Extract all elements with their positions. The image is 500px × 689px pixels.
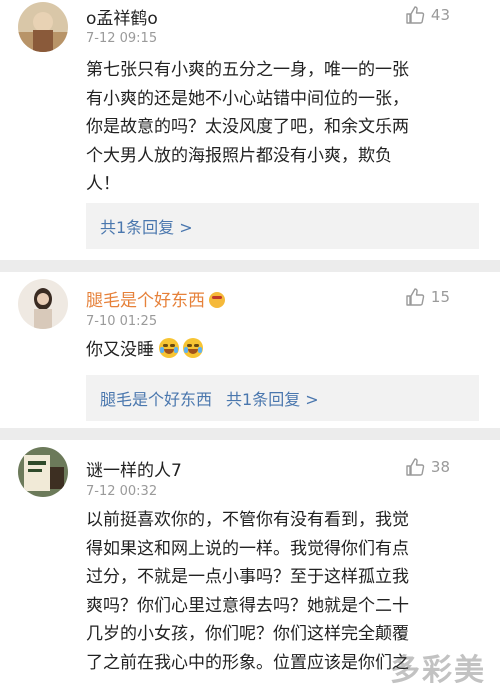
like-count: 15 bbox=[430, 288, 450, 306]
comment-line: 第七张只有小爽的五分之一身，唯一的一张 bbox=[86, 60, 409, 80]
timestamp: 7-12 00:32 bbox=[86, 484, 158, 499]
reply-box[interactable]: 腿毛是个好东西 共1条回复 > bbox=[86, 375, 479, 421]
divider bbox=[0, 428, 500, 440]
timestamp: 7-12 09:15 bbox=[86, 31, 158, 46]
like-count: 43 bbox=[430, 6, 450, 24]
username[interactable]: 谜一样的人7 bbox=[86, 456, 182, 481]
username[interactable]: 腿毛是个好东西 bbox=[86, 286, 225, 311]
avatar[interactable] bbox=[18, 2, 68, 52]
comment-line: 爽吗？你们心里过意得去吗？她就是个二十 bbox=[86, 595, 409, 616]
like-button[interactable]: 43 bbox=[405, 5, 450, 25]
comment-line: 有小爽的还是她不小心站错中间位的一张， bbox=[86, 88, 409, 109]
comment-line: 你是故意的吗？太没风度了吧，和余文乐两 bbox=[86, 117, 409, 137]
username[interactable]: o孟祥鹤o bbox=[86, 4, 158, 29]
comment-line: 个大男人放的海报照片都没有小爽，欺负 bbox=[86, 145, 392, 166]
comment-line: 得如果这和网上说的一样。我觉得你们有点 bbox=[86, 538, 409, 559]
comment-text: 你又没睡 bbox=[86, 336, 486, 365]
angry-emoji-icon bbox=[209, 292, 225, 308]
reply-count-link[interactable]: 共1条回复 > bbox=[100, 214, 193, 238]
comment-line: 以前挺喜欢你的，不管你有没有看到，我觉 bbox=[86, 510, 409, 530]
reply-count-link[interactable]: 共1条回复 > bbox=[226, 386, 319, 410]
crying-laughing-emoji-icon bbox=[159, 338, 180, 358]
timestamp: 7-10 01:25 bbox=[86, 314, 158, 329]
reply-user-link[interactable]: 腿毛是个好东西 bbox=[100, 386, 212, 410]
comment-line: 人！ bbox=[86, 174, 120, 194]
crying-laughing-emoji-icon bbox=[183, 338, 204, 358]
thumbs-up-icon bbox=[405, 5, 425, 25]
thumbs-up-icon bbox=[405, 457, 425, 477]
comment-text: 第七张只有小爽的五分之一身，唯一的一张 有小爽的还是她不小心站错中间位的一张， … bbox=[86, 56, 486, 199]
reply-box[interactable]: 共1条回复 > bbox=[86, 203, 479, 249]
thumbs-up-icon bbox=[405, 287, 425, 307]
divider bbox=[0, 260, 500, 272]
like-button[interactable]: 15 bbox=[405, 287, 450, 307]
like-count: 38 bbox=[430, 458, 450, 476]
comment-line: 过分，不就是一点小事吗？至于这样孤立我 bbox=[86, 567, 409, 587]
avatar[interactable] bbox=[18, 279, 68, 329]
like-button[interactable]: 38 bbox=[405, 457, 450, 477]
watermark: 多彩美 bbox=[390, 653, 486, 688]
avatar[interactable] bbox=[18, 447, 68, 497]
